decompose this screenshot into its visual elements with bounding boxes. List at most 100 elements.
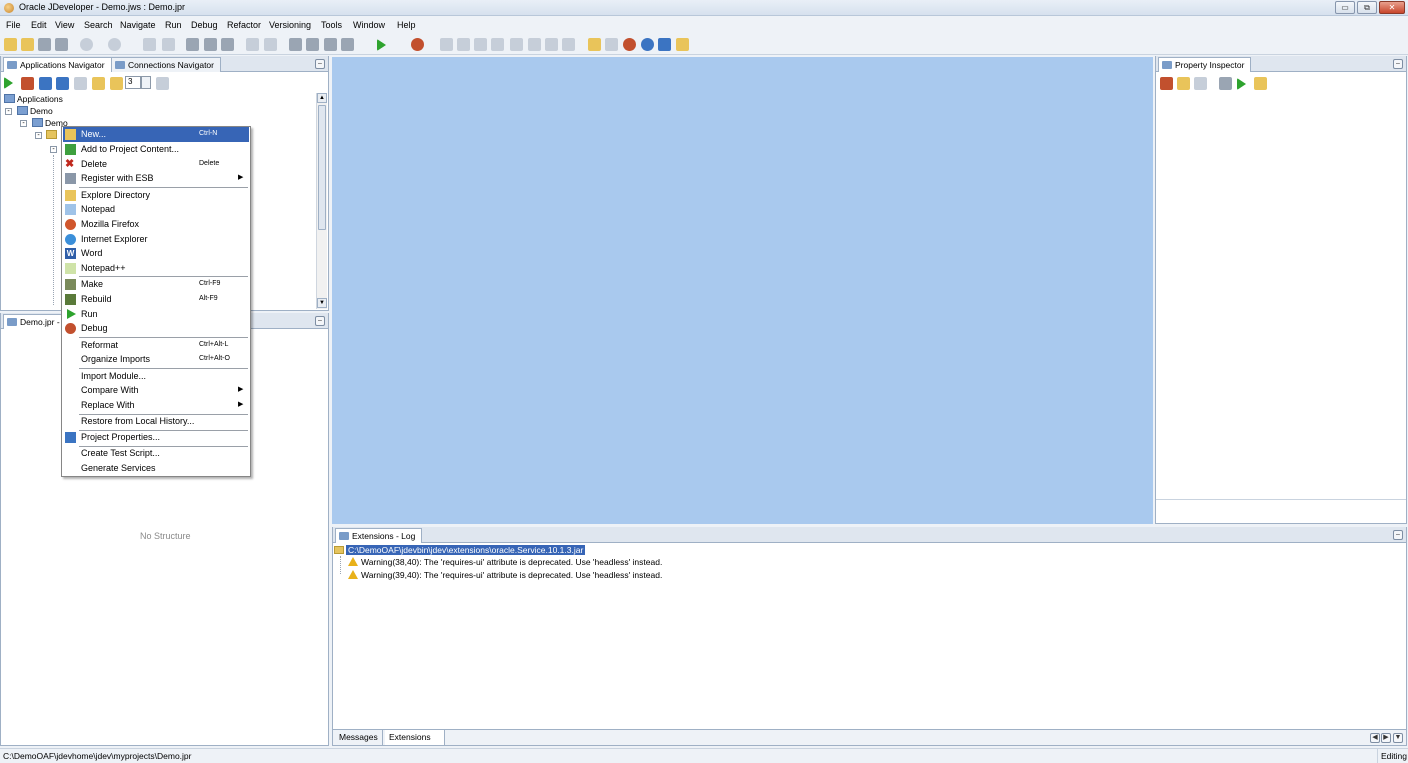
menu-item-firefox[interactable]: Mozilla Firefox xyxy=(63,217,249,232)
find-icon[interactable] xyxy=(1219,77,1232,90)
tree-node-demo-app[interactable]: Demo xyxy=(17,106,53,116)
restore-button[interactable]: ⧉ xyxy=(1357,1,1377,14)
menu-versioning[interactable]: Versioning xyxy=(269,20,311,30)
pin-icon[interactable] xyxy=(1160,77,1173,90)
save-icon[interactable] xyxy=(38,38,51,51)
menu-item-word[interactable]: W Word xyxy=(63,246,249,261)
level-spinner[interactable] xyxy=(141,76,151,89)
make-icon[interactable] xyxy=(289,38,302,51)
menu-item-debug[interactable]: Debug xyxy=(63,321,249,336)
tab-applications-navigator[interactable]: Applications Navigator xyxy=(3,57,112,72)
menu-view[interactable]: View xyxy=(55,20,74,30)
new-icon[interactable] xyxy=(4,38,17,51)
menu-item-import-module[interactable]: Import Module... xyxy=(63,369,249,384)
menu-item-replace-with[interactable]: Replace With ▶ xyxy=(63,398,249,413)
cut-icon[interactable] xyxy=(186,38,199,51)
debug-icon[interactable] xyxy=(411,38,424,51)
level-input[interactable]: 3 xyxy=(125,76,141,89)
menu-item-register-esb[interactable]: Register with ESB ▶ xyxy=(63,171,249,186)
rebuild-icon[interactable] xyxy=(306,38,319,51)
tab-property-inspector[interactable]: Property Inspector xyxy=(1158,57,1252,72)
pencil-icon[interactable] xyxy=(1194,77,1207,90)
undo-icon[interactable] xyxy=(143,38,156,51)
menu-edit[interactable]: Edit xyxy=(31,20,47,30)
new-application-icon[interactable] xyxy=(4,77,13,89)
collapse-icon[interactable]: - xyxy=(5,108,12,115)
menu-item-organize-imports[interactable]: Organize Imports Ctrl+Alt-O xyxy=(63,352,249,367)
menu-item-restore-history[interactable]: Restore from Local History... xyxy=(63,414,249,429)
step-into-icon[interactable] xyxy=(457,38,470,51)
menu-item-rebuild[interactable]: Rebuild Alt-F9 xyxy=(63,292,249,307)
collapse-icon[interactable]: - xyxy=(50,146,57,153)
sort-icon[interactable] xyxy=(156,77,169,90)
menu-run[interactable]: Run xyxy=(165,20,182,30)
menu-item-generate-services[interactable]: Generate Services xyxy=(63,461,249,476)
redo-icon[interactable] xyxy=(162,38,175,51)
replace-icon[interactable] xyxy=(264,38,277,51)
notepad-icon[interactable] xyxy=(605,38,618,51)
deploy-icon[interactable] xyxy=(341,38,354,51)
notepad-plus-plus-icon[interactable] xyxy=(676,38,689,51)
step-out-icon[interactable] xyxy=(474,38,487,51)
menu-item-project-properties[interactable]: Project Properties... xyxy=(63,430,249,445)
folder-icon[interactable] xyxy=(110,77,123,90)
tab-extensions[interactable]: Extensions xyxy=(385,730,445,745)
log-warning-row[interactable]: Warning(39,40): The 'requires-ui' attrib… xyxy=(348,570,662,580)
menu-item-notepad-plus-plus[interactable]: Notepad++ xyxy=(63,261,249,276)
log-minimize-button[interactable]: – xyxy=(1393,530,1403,540)
minimize-button[interactable]: ▭ xyxy=(1335,1,1355,14)
menu-tools[interactable]: Tools xyxy=(321,20,342,30)
back-icon[interactable] xyxy=(80,38,93,51)
save-all-icon[interactable] xyxy=(55,38,68,51)
tab-extensions-log[interactable]: Extensions - Log xyxy=(335,528,423,543)
menu-item-add-to-project[interactable]: Add to Project Content... xyxy=(63,142,249,157)
menu-debug[interactable]: Debug xyxy=(191,20,218,30)
chart-icon[interactable] xyxy=(92,77,105,90)
menu-item-make[interactable]: Make Ctrl-F9 xyxy=(63,277,249,292)
refresh-icon[interactable] xyxy=(56,77,69,90)
menu-item-run[interactable]: Run xyxy=(63,307,249,322)
edit-icon[interactable] xyxy=(1177,77,1190,90)
find-icon[interactable] xyxy=(246,38,259,51)
log-scroll-left[interactable]: ◀ xyxy=(1370,733,1380,743)
firefox-icon[interactable] xyxy=(623,38,636,51)
explore-directory-icon[interactable] xyxy=(588,38,601,51)
step-over-icon[interactable] xyxy=(440,38,453,51)
build-icon[interactable] xyxy=(324,38,337,51)
menu-file[interactable]: File xyxy=(6,20,21,30)
menu-search[interactable]: Search xyxy=(84,20,113,30)
run-icon[interactable] xyxy=(377,39,386,51)
paste-icon[interactable] xyxy=(221,38,234,51)
stop-icon[interactable] xyxy=(545,38,558,51)
log-warning-row[interactable]: Warning(38,40): The 'requires-ui' attrib… xyxy=(348,557,662,567)
menu-refactor[interactable]: Refactor xyxy=(227,20,261,30)
pause-icon[interactable] xyxy=(528,38,541,51)
menu-item-new[interactable]: New... Ctrl-N xyxy=(63,127,249,142)
menu-item-compare-with[interactable]: Compare With ▶ xyxy=(63,383,249,398)
menu-navigate[interactable]: Navigate xyxy=(120,20,156,30)
menu-help[interactable]: Help xyxy=(397,20,416,30)
navigator-scrollbar[interactable]: ▲ ▼ xyxy=(316,93,327,309)
internet-explorer-icon[interactable] xyxy=(641,38,654,51)
menu-item-explore-directory[interactable]: Explore Directory xyxy=(63,188,249,203)
tab-connections-navigator[interactable]: Connections Navigator xyxy=(111,57,221,72)
menu-item-notepad[interactable]: Notepad xyxy=(63,202,249,217)
editor-area[interactable] xyxy=(332,57,1153,524)
open-icon[interactable] xyxy=(21,38,34,51)
properties-icon[interactable] xyxy=(74,77,87,90)
menu-window[interactable]: Window xyxy=(353,20,385,30)
log-path-line[interactable]: C:\DemoOAF\jdevbin\jdev\extensions\oracl… xyxy=(334,545,586,555)
log-tab-list[interactable]: ▼ xyxy=(1393,733,1403,743)
menu-item-reformat[interactable]: Reformat Ctrl+Alt-L xyxy=(63,338,249,353)
tree-node-applications[interactable]: Applications xyxy=(4,94,63,104)
search-icon[interactable] xyxy=(39,77,52,90)
garbage-collect-icon[interactable] xyxy=(562,38,575,51)
collapse-icon[interactable]: - xyxy=(35,132,42,139)
scroll-thumb[interactable] xyxy=(318,105,326,230)
structure-minimize-button[interactable]: – xyxy=(315,316,325,326)
categorize-icon[interactable] xyxy=(1254,77,1267,90)
copy-icon[interactable] xyxy=(204,38,217,51)
step-to-end-icon[interactable] xyxy=(491,38,504,51)
collapse-icon[interactable]: - xyxy=(20,120,27,127)
forward-icon[interactable] xyxy=(108,38,121,51)
